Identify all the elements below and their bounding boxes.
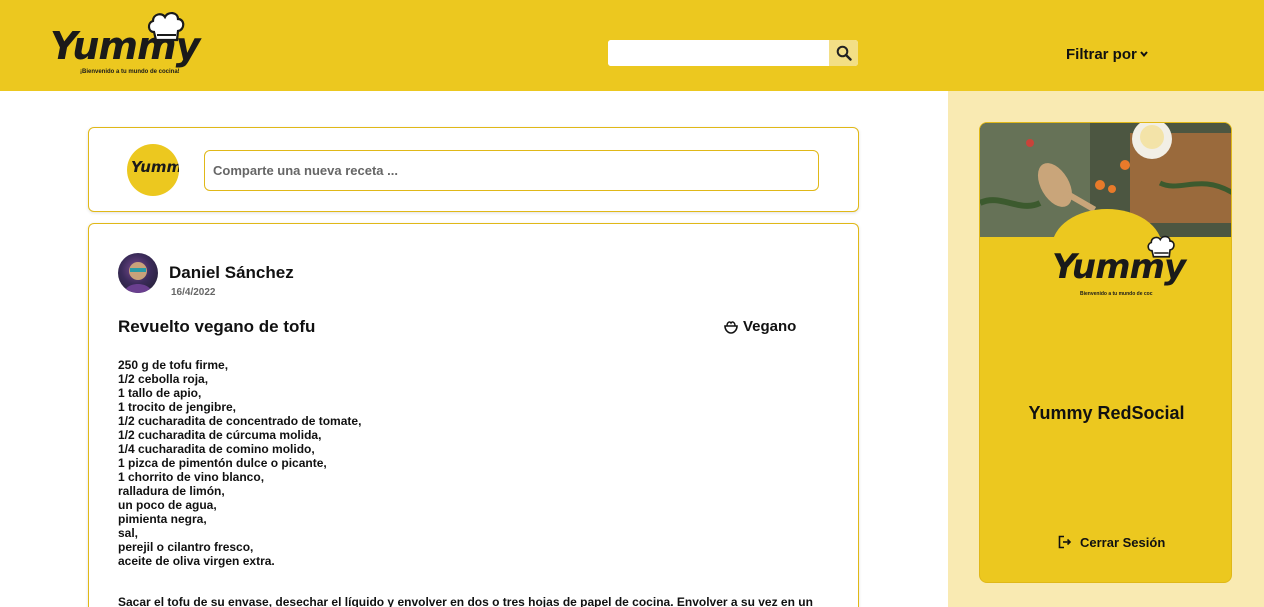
cover-image (980, 123, 1231, 237)
logo-tagline: ¡Bienvenido a tu mundo de cocina! (80, 69, 180, 75)
ingredient-item: sal, (118, 526, 139, 540)
ingredient-item: 1 pizca de pimentón dulce o picante, (118, 456, 327, 470)
recipe-instructions: Sacar el tofu de su envase, desechar el … (118, 595, 813, 607)
profile-logo-tagline: Bienvenido a tu mundo de coc (1080, 291, 1153, 297)
new-recipe-input[interactable] (204, 150, 819, 191)
avatar-logo-text: Yummy (131, 158, 179, 176)
ingredient-item: 1/2 cebolla roja, (118, 372, 209, 386)
logout-label: Cerrar Sesión (1080, 534, 1166, 550)
search-icon (836, 45, 852, 61)
bowl-icon (724, 320, 738, 334)
recipe-title: Revuelto vegano de tofu (118, 317, 316, 336)
ingredient-item: aceite de oliva virgen extra. (118, 554, 275, 568)
ingredient-item: 1/4 cucharadita de comino molido, (118, 442, 315, 456)
ingredient-item: 1 chorrito de vino blanco, (118, 470, 265, 484)
ingredients-list: 250 g de tofu firme, 1/2 cebolla roja, 1… (118, 358, 361, 568)
cover-photo (980, 123, 1231, 237)
logout-button[interactable]: Cerrar Sesión (1058, 533, 1165, 551)
post-date: 16/4/2022 (171, 287, 216, 298)
filter-label: Filtrar por (1066, 45, 1137, 63)
category-badge: Vegano (723, 318, 796, 335)
header: Yummy ¡Bienvenido a tu mundo de cocina! … (0, 0, 1264, 91)
ingredient-item: ralladura de limón, (118, 484, 225, 498)
profile-card: Yummy Bienvenido a tu mundo de coc Yummy… (979, 122, 1232, 583)
search-button[interactable] (829, 40, 858, 66)
ingredient-item: perejil o cilantro fresco, (118, 540, 254, 554)
recipe-post: Daniel Sánchez 16/4/2022 Revuelto vegano… (88, 223, 859, 607)
author-name[interactable]: Daniel Sánchez (169, 263, 294, 283)
new-post-box: Yummy (88, 127, 859, 212)
chevron-down-icon (1140, 51, 1148, 58)
profile-name: Yummy RedSocial (1028, 403, 1185, 423)
ingredient-item: 250 g de tofu firme, (118, 358, 229, 372)
author-avatar[interactable] (118, 253, 158, 293)
chef-hat-icon (1147, 235, 1175, 258)
search-input[interactable] (608, 40, 829, 66)
author-avatar-image (124, 262, 152, 293)
ingredient-item: 1/2 cucharadita de concentrado de tomate… (118, 414, 362, 428)
ingredient-item: 1/2 cucharadita de cúrcuma molida, (118, 428, 322, 442)
ingredient-item: 1 trocito de jengibre, (118, 400, 237, 414)
avatar: Yummy (127, 144, 179, 196)
ingredient-item: 1 tallo de apio, (118, 386, 202, 400)
logo[interactable]: Yummy ¡Bienvenido a tu mundo de cocina! (48, 10, 200, 80)
search-bar (608, 40, 858, 66)
profile-logo: Yummy Bienvenido a tu mundo de coc (1046, 233, 1186, 303)
category-label: Vegano (743, 318, 797, 335)
logout-icon (1058, 535, 1072, 549)
ingredient-item: pimienta negra, (118, 512, 207, 526)
ingredient-item: un poco de agua, (118, 498, 217, 512)
filter-dropdown[interactable]: Filtrar por (1066, 44, 1149, 64)
chef-hat-icon (147, 12, 185, 42)
